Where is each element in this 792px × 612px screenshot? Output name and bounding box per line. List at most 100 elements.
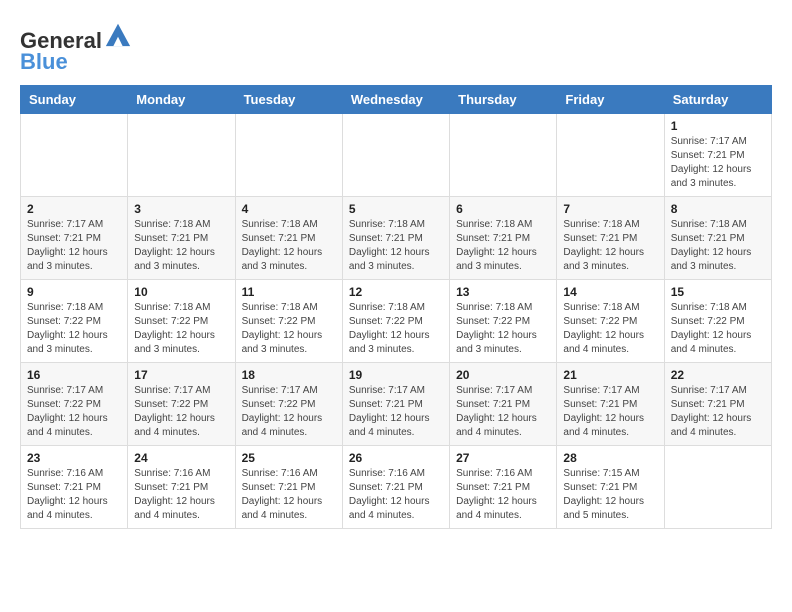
day-detail: Sunrise: 7:18 AM Sunset: 7:21 PM Dayligh… [671,218,765,274]
day-cell: 7 Sunrise: 7:18 AM Sunset: 7:21 PM Daylig… [557,197,664,280]
week-row-2: 2 Sunrise: 7:17 AM Sunset: 7:21 PM Daylig… [21,197,772,280]
day-number: 7 [563,202,657,216]
day-number: 19 [349,368,443,382]
day-detail: Sunrise: 7:18 AM Sunset: 7:22 PM Dayligh… [134,301,228,357]
day-number: 8 [671,202,765,216]
day-number: 26 [349,451,443,465]
day-cell [664,446,771,529]
day-detail: Sunrise: 7:17 AM Sunset: 7:21 PM Dayligh… [671,135,765,191]
day-detail: Sunrise: 7:17 AM Sunset: 7:21 PM Dayligh… [563,384,657,440]
day-cell: 8 Sunrise: 7:18 AM Sunset: 7:21 PM Daylig… [664,197,771,280]
day-detail: Sunrise: 7:18 AM Sunset: 7:22 PM Dayligh… [456,301,550,357]
day-number: 21 [563,368,657,382]
weekday-header-thursday: Thursday [450,86,557,114]
day-detail: Sunrise: 7:16 AM Sunset: 7:21 PM Dayligh… [349,467,443,523]
day-detail: Sunrise: 7:17 AM Sunset: 7:21 PM Dayligh… [671,384,765,440]
week-row-4: 16 Sunrise: 7:17 AM Sunset: 7:22 PM Dayli… [21,363,772,446]
day-detail: Sunrise: 7:15 AM Sunset: 7:21 PM Dayligh… [563,467,657,523]
weekday-header-row: SundayMondayTuesdayWednesdayThursdayFrid… [21,86,772,114]
weekday-header-friday: Friday [557,86,664,114]
day-number: 27 [456,451,550,465]
day-cell: 23 Sunrise: 7:16 AM Sunset: 7:21 PM Dayli… [21,446,128,529]
day-detail: Sunrise: 7:17 AM Sunset: 7:21 PM Dayligh… [456,384,550,440]
week-row-1: 1Sunrise: 7:17 AM Sunset: 7:21 PM Daylig… [21,114,772,197]
day-cell: 20 Sunrise: 7:17 AM Sunset: 7:21 PM Dayli… [450,363,557,446]
day-cell: 5 Sunrise: 7:18 AM Sunset: 7:21 PM Daylig… [342,197,449,280]
day-cell: 28 Sunrise: 7:15 AM Sunset: 7:21 PM Dayli… [557,446,664,529]
day-cell [21,114,128,197]
day-detail: Sunrise: 7:18 AM Sunset: 7:21 PM Dayligh… [456,218,550,274]
weekday-header-monday: Monday [128,86,235,114]
day-detail: Sunrise: 7:17 AM Sunset: 7:22 PM Dayligh… [134,384,228,440]
day-cell: 11 Sunrise: 7:18 AM Sunset: 7:22 PM Dayli… [235,280,342,363]
day-cell [342,114,449,197]
day-cell: 3 Sunrise: 7:18 AM Sunset: 7:21 PM Daylig… [128,197,235,280]
day-detail: Sunrise: 7:17 AM Sunset: 7:21 PM Dayligh… [27,218,121,274]
day-number: 10 [134,285,228,299]
weekday-header-wednesday: Wednesday [342,86,449,114]
day-number: 12 [349,285,443,299]
day-cell: 22 Sunrise: 7:17 AM Sunset: 7:21 PM Dayli… [664,363,771,446]
day-number: 3 [134,202,228,216]
day-detail: Sunrise: 7:18 AM Sunset: 7:22 PM Dayligh… [671,301,765,357]
day-detail: Sunrise: 7:18 AM Sunset: 7:22 PM Dayligh… [563,301,657,357]
day-cell: 21 Sunrise: 7:17 AM Sunset: 7:21 PM Dayli… [557,363,664,446]
day-number: 6 [456,202,550,216]
day-cell: 9 Sunrise: 7:18 AM Sunset: 7:22 PM Daylig… [21,280,128,363]
day-number: 18 [242,368,336,382]
day-cell: 6 Sunrise: 7:18 AM Sunset: 7:21 PM Daylig… [450,197,557,280]
logo: General Blue [20,20,132,75]
day-detail: Sunrise: 7:18 AM Sunset: 7:22 PM Dayligh… [242,301,336,357]
day-cell: 15 Sunrise: 7:18 AM Sunset: 7:22 PM Dayli… [664,280,771,363]
day-detail: Sunrise: 7:18 AM Sunset: 7:21 PM Dayligh… [134,218,228,274]
day-cell: 16 Sunrise: 7:17 AM Sunset: 7:22 PM Dayli… [21,363,128,446]
day-cell: 24 Sunrise: 7:16 AM Sunset: 7:21 PM Dayli… [128,446,235,529]
day-number: 28 [563,451,657,465]
day-cell: 12 Sunrise: 7:18 AM Sunset: 7:22 PM Dayli… [342,280,449,363]
day-detail: Sunrise: 7:17 AM Sunset: 7:21 PM Dayligh… [349,384,443,440]
day-cell [128,114,235,197]
day-cell [235,114,342,197]
page-header: General Blue [20,20,772,75]
day-number: 15 [671,285,765,299]
day-number: 9 [27,285,121,299]
day-number: 13 [456,285,550,299]
day-cell: 26 Sunrise: 7:16 AM Sunset: 7:21 PM Dayli… [342,446,449,529]
day-number: 22 [671,368,765,382]
day-number: 17 [134,368,228,382]
day-cell [450,114,557,197]
day-cell: 1Sunrise: 7:17 AM Sunset: 7:21 PM Daylig… [664,114,771,197]
day-cell: 17 Sunrise: 7:17 AM Sunset: 7:22 PM Dayli… [128,363,235,446]
day-detail: Sunrise: 7:18 AM Sunset: 7:21 PM Dayligh… [563,218,657,274]
day-number: 24 [134,451,228,465]
day-cell: 2 Sunrise: 7:17 AM Sunset: 7:21 PM Daylig… [21,197,128,280]
day-cell: 4Sunrise: 7:18 AM Sunset: 7:21 PM Daylig… [235,197,342,280]
day-detail: Sunrise: 7:18 AM Sunset: 7:21 PM Dayligh… [349,218,443,274]
day-detail: Sunrise: 7:18 AM Sunset: 7:22 PM Dayligh… [349,301,443,357]
logo-icon [104,20,132,48]
day-detail: Sunrise: 7:17 AM Sunset: 7:22 PM Dayligh… [27,384,121,440]
day-number: 5 [349,202,443,216]
day-detail: Sunrise: 7:16 AM Sunset: 7:21 PM Dayligh… [27,467,121,523]
day-detail: Sunrise: 7:16 AM Sunset: 7:21 PM Dayligh… [134,467,228,523]
day-number: 11 [242,285,336,299]
day-detail: Sunrise: 7:16 AM Sunset: 7:21 PM Dayligh… [456,467,550,523]
day-number: 25 [242,451,336,465]
day-detail: Sunrise: 7:18 AM Sunset: 7:22 PM Dayligh… [27,301,121,357]
day-cell: 14Sunrise: 7:18 AM Sunset: 7:22 PM Dayli… [557,280,664,363]
week-row-5: 23 Sunrise: 7:16 AM Sunset: 7:21 PM Dayli… [21,446,772,529]
day-detail: Sunrise: 7:16 AM Sunset: 7:21 PM Dayligh… [242,467,336,523]
day-cell [557,114,664,197]
day-cell: 10 Sunrise: 7:18 AM Sunset: 7:22 PM Dayli… [128,280,235,363]
day-number: 16 [27,368,121,382]
day-cell: 18 Sunrise: 7:17 AM Sunset: 7:22 PM Dayli… [235,363,342,446]
weekday-header-tuesday: Tuesday [235,86,342,114]
day-number: 20 [456,368,550,382]
day-number: 2 [27,202,121,216]
day-detail: Sunrise: 7:17 AM Sunset: 7:22 PM Dayligh… [242,384,336,440]
day-cell: 13 Sunrise: 7:18 AM Sunset: 7:22 PM Dayli… [450,280,557,363]
weekday-header-sunday: Sunday [21,86,128,114]
day-detail: Sunrise: 7:18 AM Sunset: 7:21 PM Dayligh… [242,218,336,274]
day-number: 23 [27,451,121,465]
calendar-table: SundayMondayTuesdayWednesdayThursdayFrid… [20,85,772,529]
